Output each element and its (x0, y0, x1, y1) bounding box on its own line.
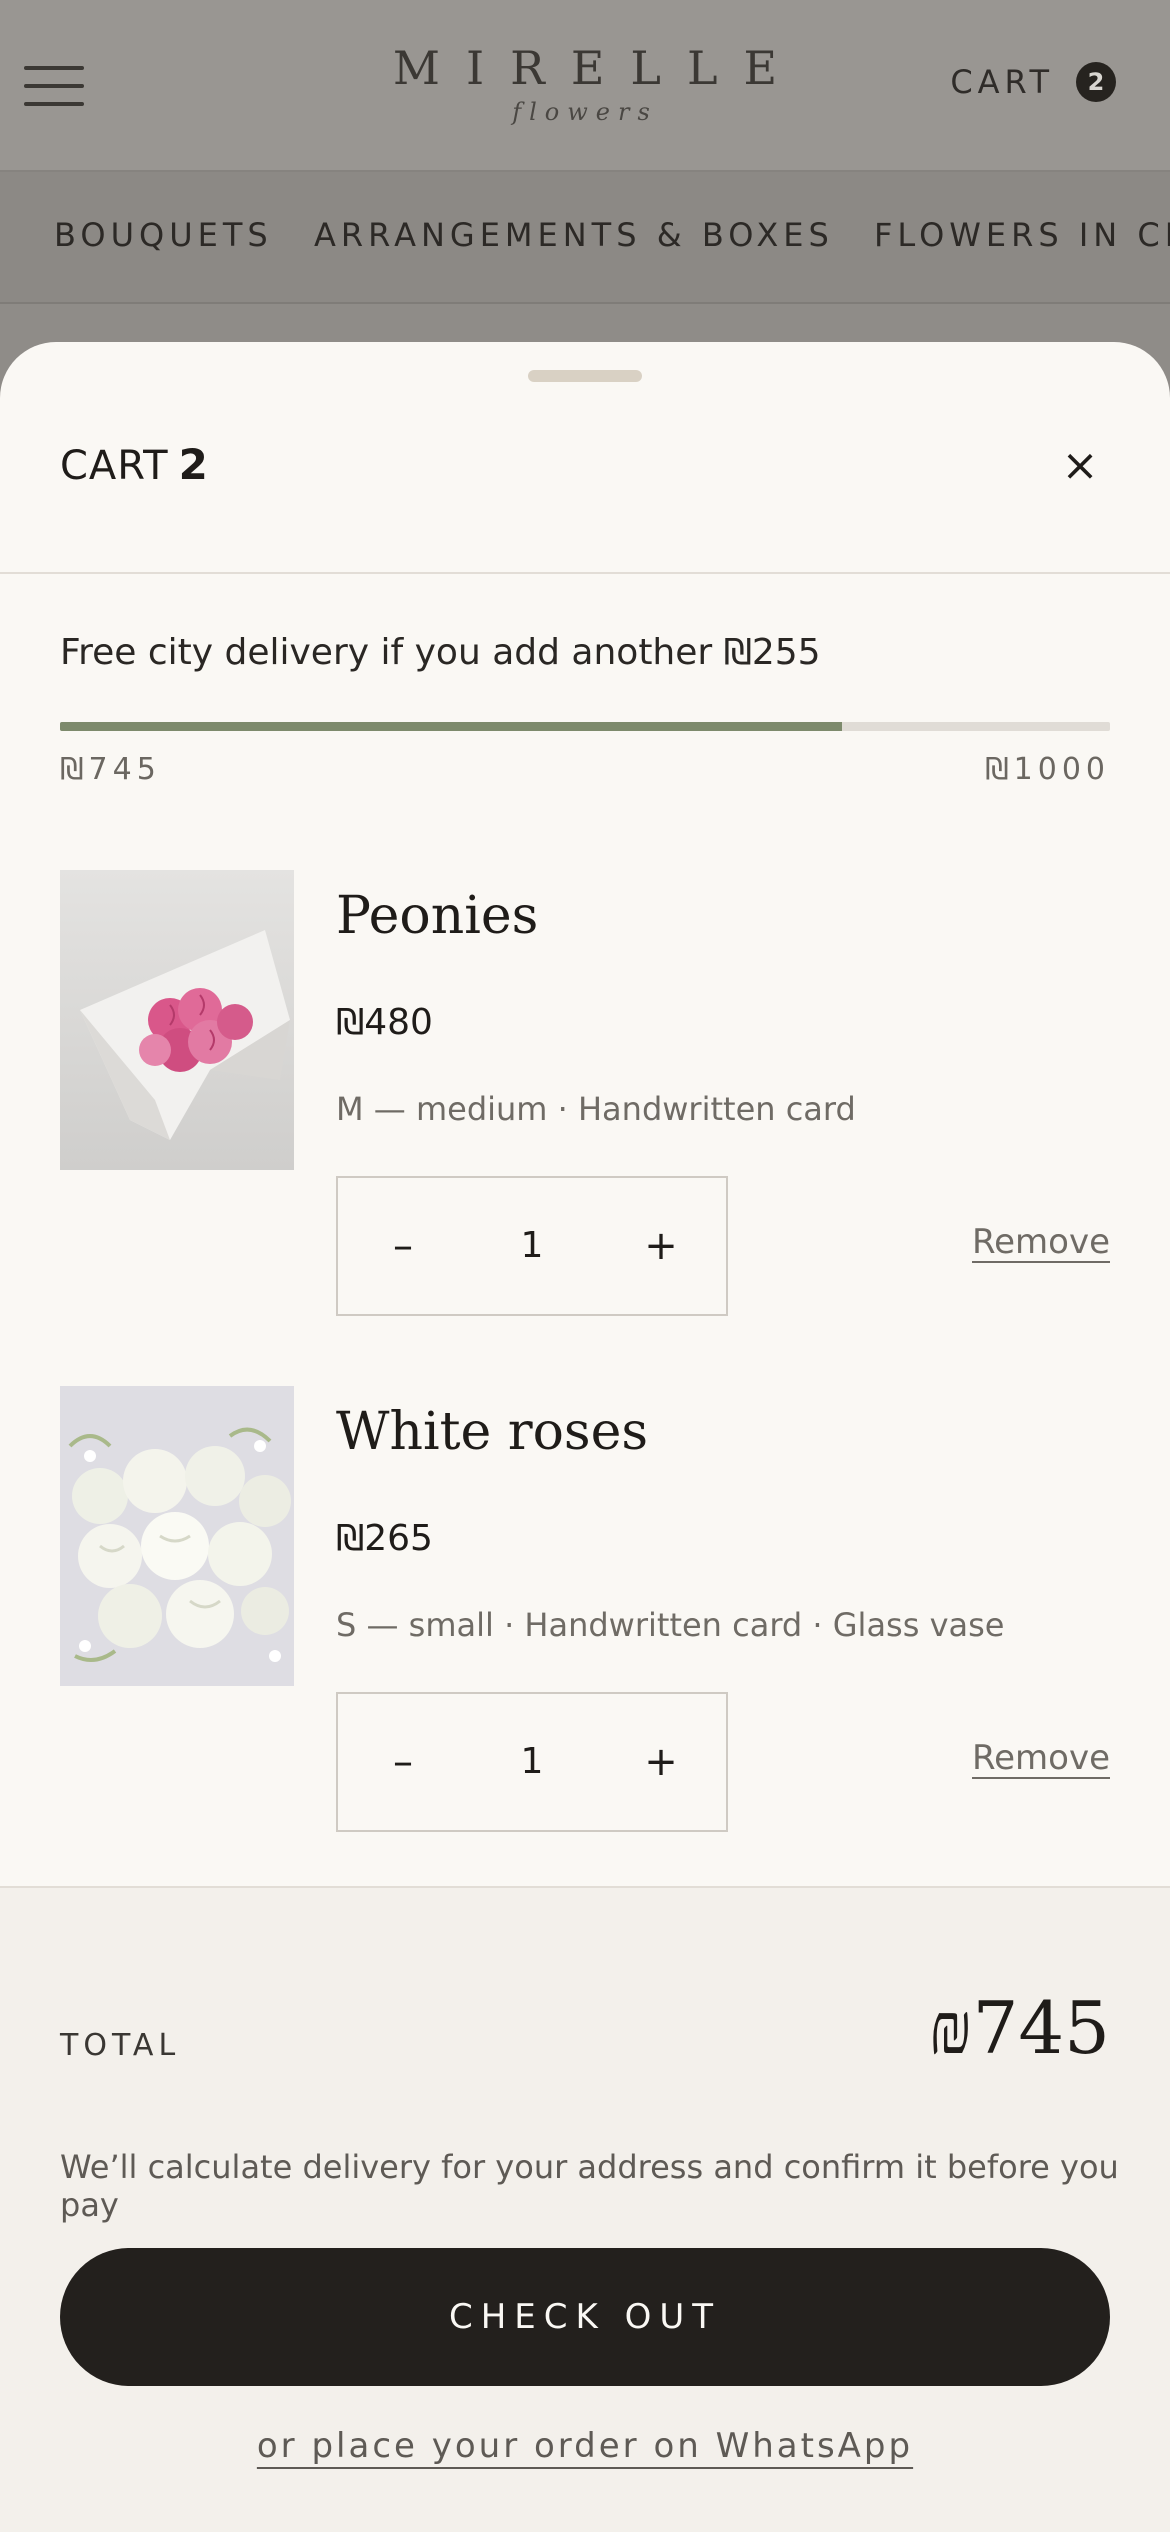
progress-current-amount: ₪745 (60, 752, 161, 787)
item-options: M — medium · Handwritten card (336, 1090, 856, 1128)
product-image-white-roses[interactable] (60, 1386, 294, 1686)
whatsapp-order-link[interactable]: or place your order on WhatsApp (257, 2426, 913, 2466)
quantity-stepper: – 1 + (336, 1176, 728, 1316)
decrease-quantity-button[interactable]: – (348, 1694, 458, 1830)
close-icon[interactable]: × (1056, 442, 1104, 490)
progress-goal-amount: ₪1000 (985, 752, 1110, 787)
free-delivery-message: Free city delivery if you add another ₪2… (60, 632, 821, 673)
quantity-value[interactable]: 1 (468, 1694, 596, 1830)
cart-title: CART (60, 443, 169, 489)
total-amount: ₪745 (928, 1986, 1110, 2070)
quantity-stepper: – 1 + (336, 1692, 728, 1832)
increase-quantity-button[interactable]: + (606, 1694, 716, 1830)
delivery-note: We’ll calculate delivery for your addres… (60, 2148, 1119, 2224)
item-name: White roses (336, 1402, 649, 1462)
cart-count-badge: 2 (1076, 62, 1116, 102)
delivery-progress-fill (60, 722, 843, 731)
site-header: MIRELLE flowers CART 2 (0, 0, 1170, 172)
cart-item-count: 2 (178, 440, 208, 489)
sheet-drag-handle[interactable] (528, 370, 642, 382)
increase-quantity-button[interactable]: + (606, 1178, 716, 1314)
item-name: Peonies (336, 886, 539, 946)
category-bouquets[interactable]: BOUQUETS (54, 216, 273, 254)
cart-item: Peonies ₪480 M — medium · Handwritten ca… (60, 870, 1110, 1320)
category-nav: BOUQUETS ARRANGEMENTS & BOXES FLOWERS IN… (0, 172, 1170, 304)
quantity-value[interactable]: 1 (468, 1178, 596, 1314)
divider (0, 1886, 1170, 1888)
cart-sheet-header: CART 2 (60, 440, 208, 500)
decrease-quantity-button[interactable]: – (348, 1178, 458, 1314)
delivery-progress-bar (60, 722, 1110, 731)
category-flowers-in-ceramics[interactable]: FLOWERS IN CE (874, 216, 1170, 254)
product-image-peonies[interactable] (60, 870, 294, 1170)
logo-tagline: flowers (512, 98, 658, 126)
checkout-button[interactable]: CHECK OUT (60, 2248, 1110, 2386)
item-price: ₪265 (336, 1518, 433, 1559)
header-cart-button[interactable]: CART 2 (950, 62, 1116, 102)
item-price: ₪480 (336, 1002, 433, 1043)
cart-item: White roses ₪265 S — small · Handwritten… (60, 1386, 1110, 1836)
cart-sheet: CART 2 × Free city delivery if you add an… (0, 342, 1170, 2532)
remove-item-link[interactable]: Remove (972, 1222, 1110, 1262)
item-options: S — small · Handwritten card · Glass vas… (336, 1606, 1005, 1644)
header-cart-label: CART (950, 63, 1054, 101)
cart-summary: TOTAL ₪745 We’ll calculate delivery for … (0, 1886, 1170, 2532)
category-arrangements-boxes[interactable]: ARRANGEMENTS & BOXES (314, 216, 834, 254)
total-label: TOTAL (60, 2028, 181, 2063)
whatsapp-order-link-wrapper: or place your order on WhatsApp (0, 2426, 1170, 2466)
remove-item-link[interactable]: Remove (972, 1738, 1110, 1778)
divider (0, 572, 1170, 574)
